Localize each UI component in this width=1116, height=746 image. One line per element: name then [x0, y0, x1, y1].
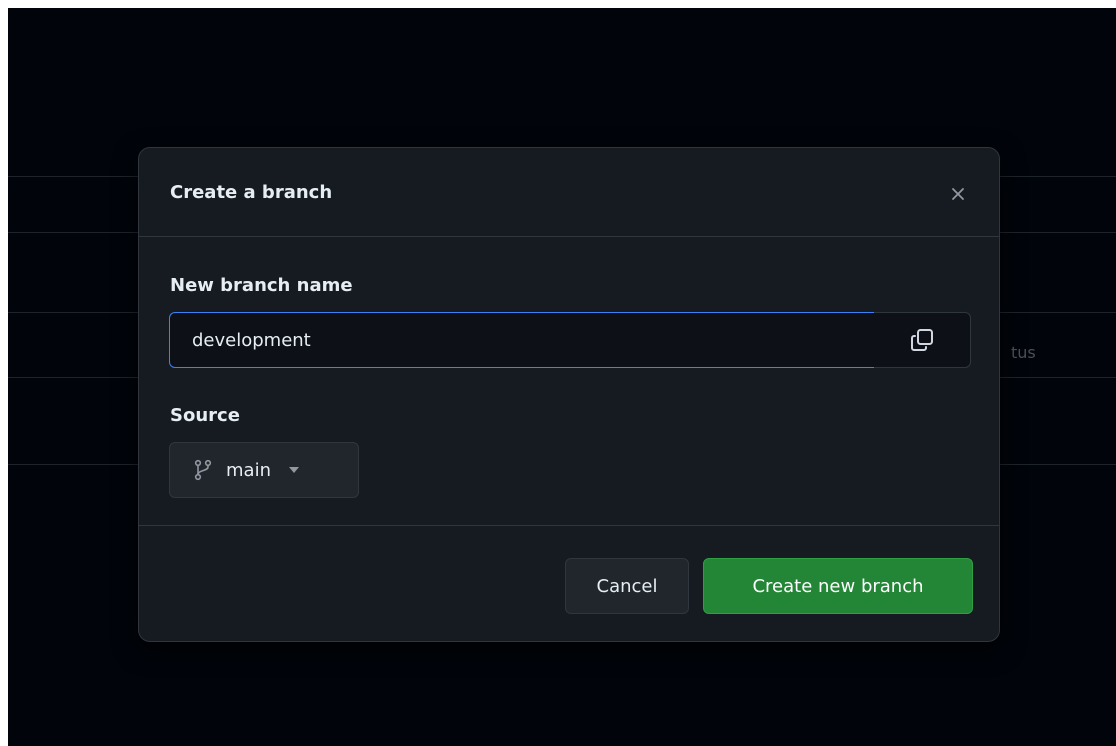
create-branch-button[interactable]: Create new branch	[703, 558, 973, 614]
background-column-header: tus	[1011, 343, 1036, 362]
copy-icon	[911, 329, 933, 351]
copy-button[interactable]	[874, 312, 971, 368]
dialog-title: Create a branch	[170, 182, 333, 203]
source-branch-label: main	[226, 459, 271, 481]
footer-divider	[139, 525, 999, 526]
git-branch-icon	[194, 459, 212, 481]
source-branch-dropdown[interactable]: main	[169, 442, 359, 498]
source-label: Source	[170, 405, 240, 426]
cancel-button[interactable]: Cancel	[565, 558, 689, 614]
branch-name-label: New branch name	[170, 275, 353, 296]
dialog-header: Create a branch	[139, 148, 999, 237]
triangle-down-icon	[288, 467, 299, 473]
x-icon	[952, 188, 964, 200]
create-branch-dialog: Create a branch New branch name Source m…	[138, 147, 1000, 642]
close-button[interactable]	[944, 180, 972, 208]
branch-name-input[interactable]	[169, 312, 875, 368]
